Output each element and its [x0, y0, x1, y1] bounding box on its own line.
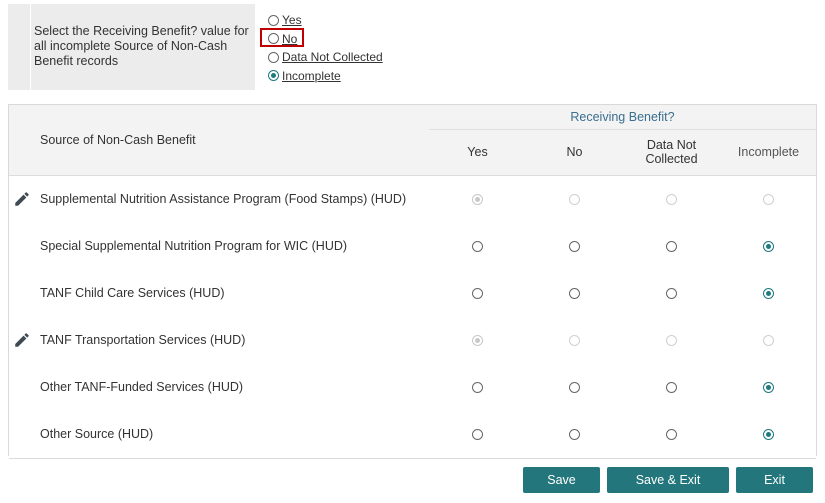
source-column-header: Source of Non-Cash Benefit: [40, 133, 196, 147]
receiving-benefit-radio-no: [569, 334, 580, 346]
radio-cell: [623, 176, 720, 222]
bulk-option-incomplete[interactable]: Incomplete: [268, 67, 383, 86]
radio-cell: [720, 364, 817, 410]
receiving-benefit-radio-incomplete[interactable]: [763, 240, 774, 252]
source-name: TANF Child Care Services (HUD): [40, 286, 225, 300]
radio-cell: [526, 411, 623, 457]
receiving-benefit-radio-data-not-collected[interactable]: [666, 287, 677, 299]
radio-cell: [720, 270, 817, 316]
radio-cell: [623, 411, 720, 457]
bulk-prompt-text: Select the Receiving Benefit? value for …: [34, 24, 249, 68]
column-header-incomplete: Incomplete: [737, 145, 800, 159]
column-header-no: No: [566, 145, 583, 159]
receiving-benefit-radio-data-not-collected: [666, 334, 677, 346]
receiving-benefit-radio-incomplete[interactable]: [763, 381, 774, 393]
receiving-benefit-radio-no[interactable]: [569, 287, 580, 299]
radio-cell: [526, 223, 623, 269]
table-row: Special Supplemental Nutrition Program f…: [9, 223, 816, 271]
receiving-benefit-radio-no: [569, 193, 580, 205]
radio-cell: [720, 411, 817, 457]
exit-button[interactable]: Exit: [736, 467, 813, 493]
source-name: Supplemental Nutrition Assistance Progra…: [40, 192, 407, 206]
radio-cell: [429, 223, 526, 269]
bulk-radio-data-not-collected[interactable]: [268, 51, 279, 63]
receiving-benefit-radio-incomplete[interactable]: [763, 287, 774, 299]
source-name: TANF Transportation Services (HUD): [40, 333, 246, 347]
table-row: TANF Transportation Services (HUD): [9, 317, 816, 365]
column-header-yes: Yes: [467, 145, 488, 159]
receiving-benefit-radio-yes[interactable]: [472, 240, 483, 252]
save-button[interactable]: Save: [523, 467, 600, 493]
receiving-benefit-radio-yes[interactable]: [472, 381, 483, 393]
bulk-prompt-panel: Select the Receiving Benefit? value for …: [8, 4, 255, 90]
table-row: TANF Child Care Services (HUD): [9, 270, 816, 318]
receiving-benefit-radio-data-not-collected: [666, 193, 677, 205]
pencil-icon[interactable]: [13, 190, 31, 208]
receiving-benefit-radio-yes[interactable]: [472, 428, 483, 440]
bulk-option-label[interactable]: Yes: [282, 13, 302, 27]
radio-cell: [526, 176, 623, 222]
source-name: Special Supplemental Nutrition Program f…: [40, 239, 348, 253]
source-name: Other TANF-Funded Services (HUD): [40, 380, 244, 394]
table-row: Other Source (HUD): [9, 411, 816, 459]
bulk-option-label[interactable]: Incomplete: [282, 69, 341, 83]
receiving-benefit-radio-incomplete: [763, 334, 774, 346]
bulk-option-label[interactable]: No: [282, 32, 297, 46]
receiving-benefit-radio-incomplete[interactable]: [763, 428, 774, 440]
radio-cell: [623, 364, 720, 410]
radio-cell: [429, 176, 526, 222]
radio-cell: [429, 364, 526, 410]
receiving-benefit-radio-no[interactable]: [569, 428, 580, 440]
receiving-benefit-radio-yes[interactable]: [472, 287, 483, 299]
bulk-radio-no[interactable]: [268, 33, 279, 45]
receiving-benefit-radio-data-not-collected[interactable]: [666, 428, 677, 440]
table-row: Supplemental Nutrition Assistance Progra…: [9, 176, 816, 224]
receiving-benefit-radio-incomplete: [763, 193, 774, 205]
receiving-benefit-radio-data-not-collected[interactable]: [666, 381, 677, 393]
benefits-table: Source of Non-Cash Benefit Receiving Ben…: [8, 104, 817, 459]
radio-cell: [526, 270, 623, 316]
radio-cell: [429, 411, 526, 457]
table-row: Other TANF-Funded Services (HUD): [9, 364, 816, 412]
bulk-option-label[interactable]: Data Not Collected: [282, 50, 383, 64]
pencil-icon[interactable]: [13, 331, 31, 349]
panel-divider: [30, 4, 31, 90]
radio-cell: [720, 223, 817, 269]
bulk-radio-incomplete[interactable]: [268, 70, 279, 82]
source-name: Other Source (HUD): [40, 427, 154, 441]
receiving-benefit-radio-yes: [472, 334, 483, 346]
radio-cell: [623, 270, 720, 316]
bulk-option-data-not-collected[interactable]: Data Not Collected: [268, 48, 383, 67]
column-header-data-not-collected: Data Not Collected: [645, 138, 698, 166]
radio-cell: [623, 223, 720, 269]
bulk-radio-yes[interactable]: [268, 14, 279, 26]
radio-cell: [429, 317, 526, 363]
bulk-radio-group: Yes No Data Not Collected Incomplete: [260, 11, 383, 86]
radio-cell: [720, 317, 817, 363]
receiving-benefit-radio-no[interactable]: [569, 381, 580, 393]
receiving-benefit-radio-yes: [472, 193, 483, 205]
receiving-benefit-radio-no[interactable]: [569, 240, 580, 252]
radio-cell: [429, 270, 526, 316]
receiving-benefit-group-header: Receiving Benefit?: [429, 105, 816, 130]
receiving-benefit-radio-data-not-collected[interactable]: [666, 240, 677, 252]
bulk-option-no[interactable]: No: [260, 27, 383, 49]
table-header: Source of Non-Cash Benefit Receiving Ben…: [9, 105, 816, 176]
radio-cell: [526, 317, 623, 363]
radio-cell: [623, 317, 720, 363]
save-and-exit-button[interactable]: Save & Exit: [607, 467, 729, 493]
radio-cell: [526, 364, 623, 410]
radio-cell: [720, 176, 817, 222]
